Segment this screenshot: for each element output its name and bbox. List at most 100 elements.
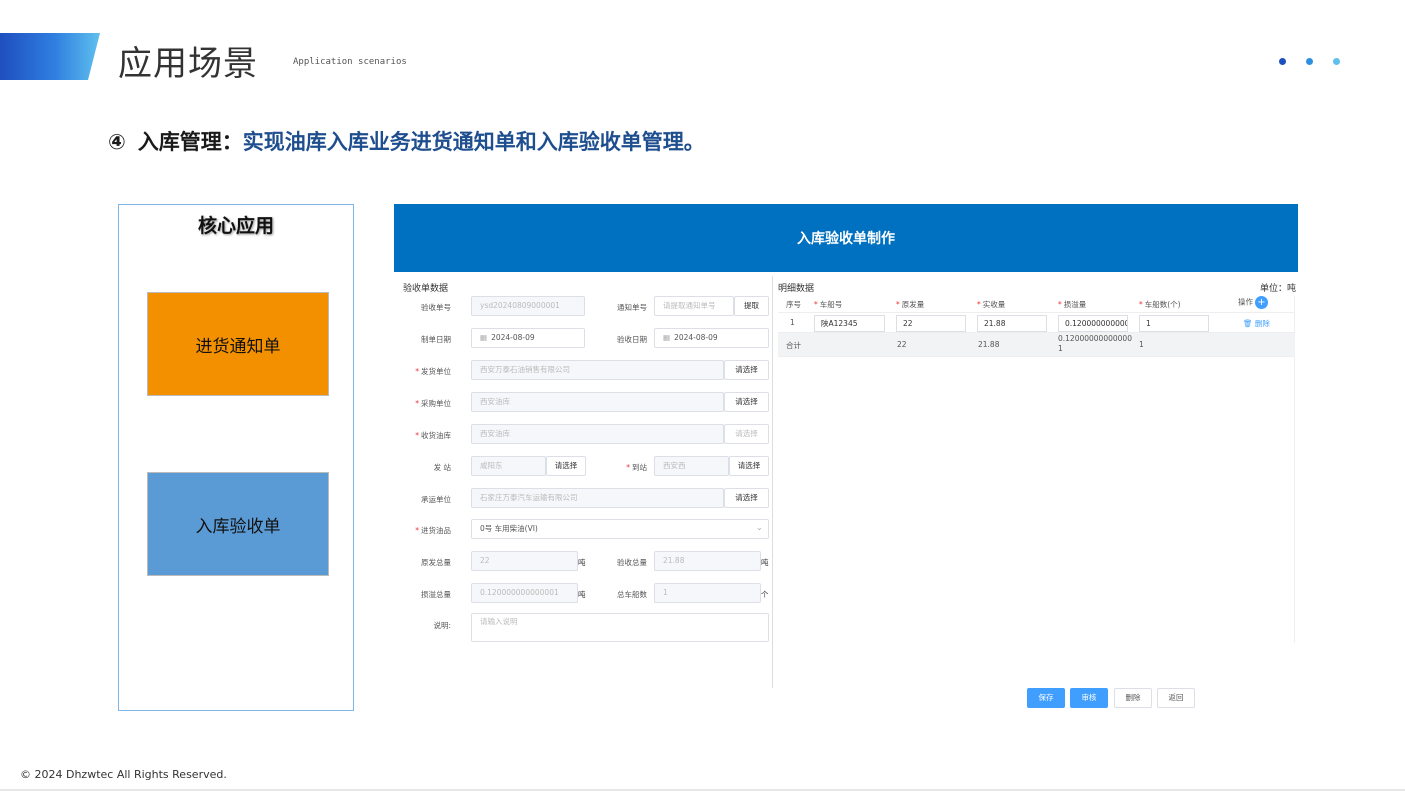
label-total-checked: 验收总量 [617,558,647,567]
create-date-field[interactable]: ▦ 2024-08-09 [471,328,585,348]
to-station-field[interactable]: 西安西 [654,456,729,476]
label-remark: 说明: [433,621,451,630]
label-from-station: 发 站 [433,463,451,472]
table-header-row: 序号 * 车船号 * 原发量 * 实收量 * 损溢量 * 车船数(个) 操作 + [778,296,1295,313]
sum-loss: 0.12000000000000 1 [1058,334,1132,354]
sum-count: 1 [1139,340,1144,349]
headline-desc: 实现油库入库业务进货通知单和入库验收单管理。 [242,130,705,154]
section-detail-data: 明细数据 [778,284,815,294]
receive-depot-label-text: 收货油库 [421,431,451,440]
label-receipt-no: 验收单号 [421,303,451,312]
total-cars-field[interactable]: 1 [654,583,761,603]
decor-dots [1279,58,1340,65]
check-date-field[interactable]: ▦ 2024-08-09 [654,328,769,348]
unit-label: 单位：吨 [1260,284,1297,294]
purchase-unit-select-button[interactable]: 请选择 [724,392,769,412]
col-count: * 车船数(个) [1139,300,1181,309]
calendar-icon: ▦ [480,333,488,342]
ship-unit-field[interactable]: 西安万泰石油销售有限公司 [471,360,724,380]
page-subtitle: Application scenarios [293,57,407,67]
delete-row-button[interactable]: 🗑 删除 [1243,318,1270,329]
col-action: 操作 + [1238,296,1268,309]
headline: ④ 入库管理：实现油库入库业务进货通知单和入库验收单管理。 [108,126,705,156]
slide: 应用场景 Application scenarios ④ 入库管理：实现油库入库业… [0,0,1405,792]
count-input[interactable]: 1 [1139,315,1209,332]
to-station-select-button[interactable]: 请选择 [729,456,769,476]
purchase-unit-field[interactable]: 西安油库 [471,392,724,412]
product-label-text: 进货油品 [421,526,451,535]
core-item-purchase-notice[interactable]: 进货通知单 [147,292,329,396]
app-header: 入库验收单制作 [394,204,1298,272]
core-apps-panel: 核心应用 进货通知单 入库验收单 [118,204,354,711]
label-product: * 进货油品 [415,526,451,535]
create-date-value: 2024-08-09 [491,333,535,342]
col-received-text: 实收量 [982,300,1006,309]
table-row: 1 陕A12345 22 21.88 0.1200000000000 1 🗑 删… [778,313,1295,333]
total-cars-unit: 个 [761,590,769,599]
label-carrier: 承运单位 [421,495,451,504]
back-button[interactable]: 返回 [1157,688,1195,708]
detail-table: 序号 * 车船号 * 原发量 * 实收量 * 损溢量 * 车船数(个) 操作 + 1 陕A1… [778,296,1295,357]
dot-1 [1279,58,1286,65]
remark-textarea[interactable]: 请输入说明 [471,613,769,642]
col-action-text: 操作 [1238,297,1253,307]
label-purchase-unit: * 采购单位 [415,399,451,408]
sum-loss-line1: 0.12000000000000 [1058,334,1132,343]
label-total-sent: 原发总量 [421,558,451,567]
headline-key: 入库管理： [137,130,243,154]
label-notice-no: 通知单号 [617,303,647,312]
total-checked-field[interactable]: 21.88 [654,551,761,571]
sent-input[interactable]: 22 [896,315,966,332]
receive-depot-field[interactable]: 西安油库 [471,424,724,444]
header-accent-bar [0,33,100,80]
row-index: 1 [790,318,795,327]
audit-button[interactable]: 审核 [1070,688,1108,708]
sum-label: 合计 [786,341,801,350]
receipt-no-field[interactable]: ysd20240809000001 [471,296,585,316]
col-loss-text: 损溢量 [1063,300,1087,309]
ship-unit-label-text: 发货单位 [421,367,451,376]
carrier-field[interactable]: 石家庄万泰汽车运输有限公司 [471,488,724,508]
sum-loss-line2: 1 [1058,344,1063,353]
page-title: 应用场景 [118,44,258,84]
delete-button[interactable]: 删除 [1114,688,1152,708]
footer-line [0,789,1405,791]
chevron-down-icon: ⌄ [756,523,763,532]
label-total-loss: 损溢总量 [421,590,451,599]
ship-unit-select-button[interactable]: 请选择 [724,360,769,380]
received-input[interactable]: 21.88 [977,315,1047,332]
add-row-icon[interactable]: + [1255,296,1268,309]
label-total-cars: 总车船数 [617,590,647,599]
loss-input[interactable]: 0.1200000000000 [1058,315,1128,332]
vehicle-input[interactable]: 陕A12345 [814,315,885,332]
label-to-station: * 到站 [626,463,647,472]
col-loss: * 损溢量 [1058,300,1087,309]
purchase-unit-label-text: 采购单位 [421,399,451,408]
sum-received: 21.88 [978,340,1000,349]
total-sent-field[interactable]: 22 [471,551,578,571]
total-checked-unit: 吨 [761,558,769,567]
receive-depot-select-button[interactable]: 请选择 [724,424,769,444]
to-station-label-text: 到站 [632,463,647,472]
from-station-field[interactable]: 咸阳东 [471,456,546,476]
notice-no-field[interactable]: 请提取通知单号 [654,296,734,316]
col-index: 序号 [786,300,801,309]
core-item-inbound-receipt[interactable]: 入库验收单 [147,472,329,576]
delete-row-label: 删除 [1254,319,1270,328]
sum-sent: 22 [897,340,907,349]
section-receipt-data: 验收单数据 [403,284,449,294]
label-ship-unit: * 发货单位 [415,367,451,376]
check-date-value: 2024-08-09 [674,333,718,342]
headline-number: ④ [108,130,126,154]
save-button[interactable]: 保存 [1027,688,1065,708]
product-select[interactable]: 0号 车用柴油(VI) [471,519,769,539]
carrier-select-button[interactable]: 请选择 [724,488,769,508]
core-apps-title: 核心应用 [197,215,274,237]
total-loss-field[interactable]: 0.120000000000001 [471,583,578,603]
calendar-icon: ▦ [663,333,671,342]
col-vehicle: * 车船号 [814,300,843,309]
fetch-notice-button[interactable]: 提取 [734,296,769,316]
copyright-footer: © 2024 Dhzwtec All Rights Reserved. [20,768,227,781]
col-vehicle-text: 车船号 [819,300,843,309]
trash-icon: 🗑 [1243,319,1253,328]
